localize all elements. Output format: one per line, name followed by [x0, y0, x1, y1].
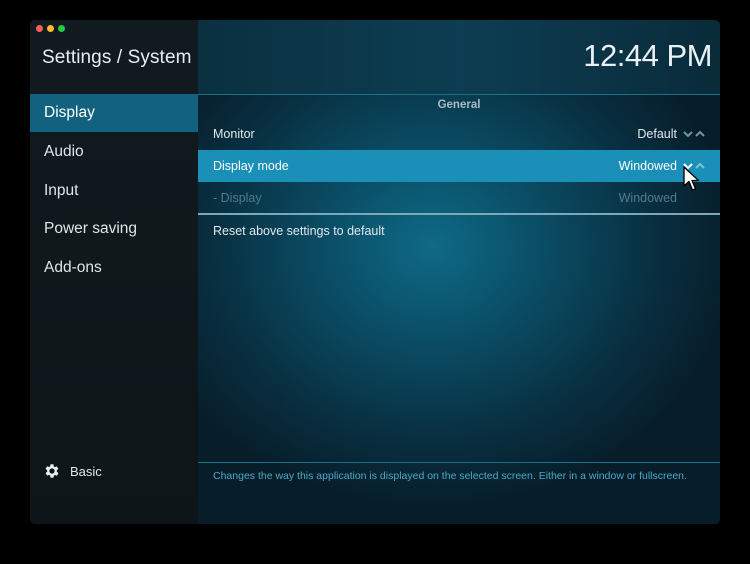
section-header: General — [437, 99, 481, 111]
maximize-window-button[interactable] — [58, 25, 65, 32]
setting-value: Default — [637, 127, 677, 141]
page-title: Settings / System — [42, 47, 192, 68]
sidebar-item-add-ons[interactable]: Add-ons — [30, 249, 198, 287]
setting-row-display: - Display Windowed — [198, 182, 720, 214]
settings-level-button[interactable]: Basic — [43, 462, 102, 480]
sidebar-item-display[interactable]: Display — [30, 94, 198, 132]
main-panel: 12:44 PM General Monitor Default Display… — [198, 20, 720, 524]
close-window-button[interactable] — [36, 25, 43, 32]
clock: 12:44 PM — [583, 38, 712, 73]
app-window: Settings / System Display Audio Input Po… — [30, 20, 720, 524]
sidebar: Settings / System Display Audio Input Po… — [30, 20, 198, 524]
window-controls — [36, 25, 65, 32]
chevron-up-icon[interactable] — [694, 128, 706, 140]
reset-settings-button[interactable]: Reset above settings to default — [213, 224, 385, 238]
sidebar-menu: Display Audio Input Power saving Add-ons — [30, 94, 198, 288]
help-text: Changes the way this application is disp… — [213, 470, 687, 482]
chevron-down-icon[interactable] — [682, 128, 694, 140]
divider — [198, 213, 720, 215]
setting-label: Monitor — [213, 127, 255, 141]
setting-value: Windowed — [618, 159, 677, 173]
top-bar: 12:44 PM — [198, 20, 720, 95]
gear-icon — [45, 464, 59, 478]
sidebar-item-input[interactable]: Input — [30, 172, 198, 210]
setting-label: Display mode — [213, 159, 289, 173]
minimize-window-button[interactable] — [47, 25, 54, 32]
spinner-controls — [682, 128, 706, 140]
sidebar-item-audio[interactable]: Audio — [30, 133, 198, 171]
setting-label: - Display — [213, 191, 262, 205]
sidebar-item-power-saving[interactable]: Power saving — [30, 210, 198, 248]
setting-row-monitor[interactable]: Monitor Default — [198, 118, 720, 150]
setting-value: Windowed — [618, 191, 677, 205]
divider — [198, 462, 720, 463]
setting-row-display-mode[interactable]: Display mode Windowed — [198, 150, 720, 182]
mouse-cursor-icon — [683, 166, 700, 191]
settings-level-label: Basic — [70, 463, 102, 479]
